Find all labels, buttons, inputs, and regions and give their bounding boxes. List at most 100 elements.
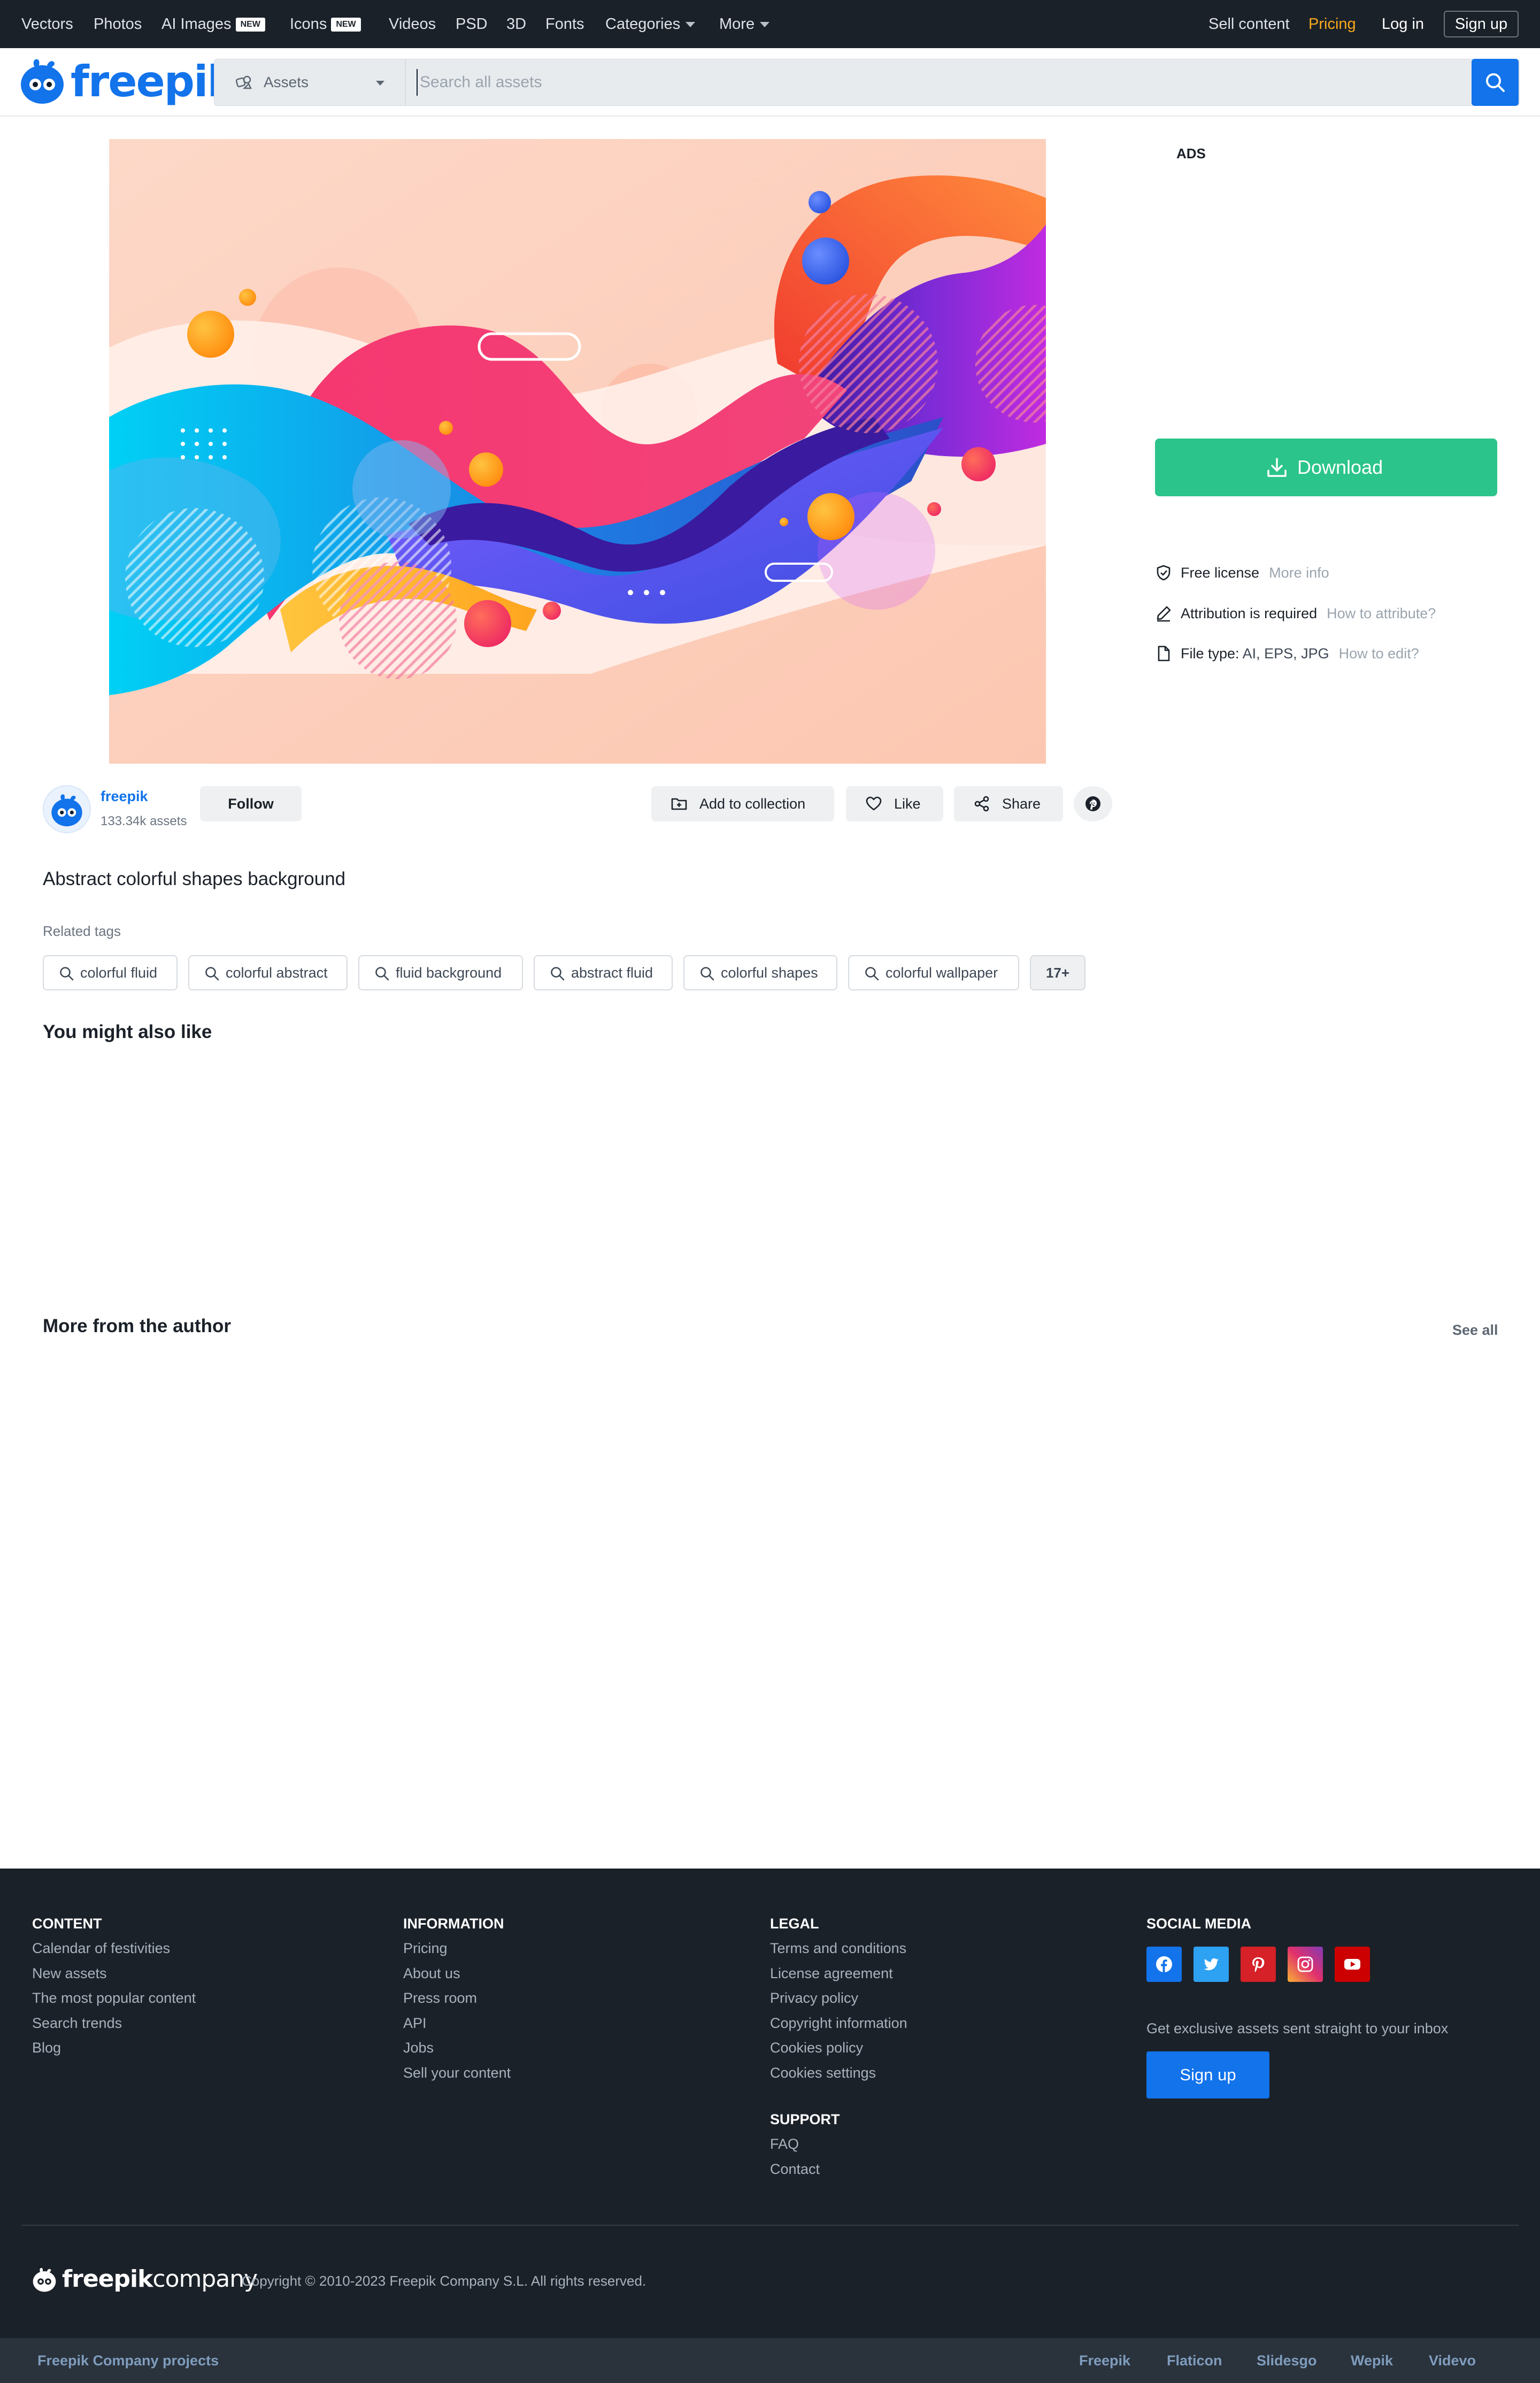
add-to-collection-button[interactable]: Add to collection (651, 786, 834, 821)
nav-categories[interactable]: Categories (605, 0, 696, 48)
share-label: Share (1002, 796, 1041, 812)
nav-fonts[interactable]: Fonts (545, 0, 584, 48)
footer-social-heading: SOCIAL MEDIA (1146, 1916, 1252, 1932)
asset-type-select[interactable]: Assets (214, 59, 406, 105)
footer-link[interactable]: Cookies settings (770, 2065, 876, 2081)
freepik-logo-icon[interactable] (19, 57, 65, 106)
footer-link[interactable]: Cookies policy (770, 2040, 863, 2056)
how-to-edit-link[interactable]: How to edit? (1339, 645, 1419, 662)
freepik-logo[interactable]: freepik (71, 57, 236, 106)
twitter-button[interactable] (1194, 1947, 1229, 1982)
license-more-info-link[interactable]: More info (1269, 565, 1329, 581)
see-all-link[interactable]: See all (1452, 1322, 1498, 1339)
footer-link[interactable]: Privacy policy (770, 1990, 858, 2007)
footer-link[interactable]: New assets (32, 1965, 107, 1982)
project-link-videvo[interactable]: Videvo (1429, 2338, 1476, 2383)
nav-categories-label: Categories (605, 16, 681, 33)
instagram-button[interactable] (1288, 1947, 1323, 1982)
footer-link[interactable]: Copyright information (770, 2015, 907, 2032)
pinterest-button[interactable] (1241, 1947, 1276, 1982)
footer-support-heading: SUPPORT (770, 2111, 840, 2127)
nav-photos[interactable]: Photos (94, 0, 142, 48)
nav-more-label: More (719, 16, 755, 33)
heart-icon (866, 796, 882, 811)
nav-more[interactable]: More (719, 0, 770, 48)
pricing-link[interactable]: Pricing (1308, 0, 1356, 48)
more-tags-button[interactable]: 17+ (1030, 955, 1085, 990)
shield-check-icon (1157, 565, 1171, 581)
nav-psd[interactable]: PSD (456, 0, 488, 48)
asset-type-label: Assets (264, 74, 309, 90)
tag-colorful-abstract[interactable]: colorful abstract (188, 955, 348, 990)
footer-link[interactable]: Terms and conditions (770, 1940, 906, 1957)
how-to-attribute-link[interactable]: How to attribute? (1327, 605, 1436, 621)
footer-link[interactable]: Sell your content (403, 2065, 511, 2081)
freepik-company-logo[interactable]: freepikcompany (62, 2265, 258, 2293)
author-avatar[interactable] (43, 785, 91, 833)
related-tags-heading: Related tags (43, 923, 121, 939)
author-name-link[interactable]: freepik (101, 788, 148, 805)
footer-link[interactable]: Pricing (403, 1940, 448, 1957)
search-button[interactable] (1472, 59, 1519, 106)
new-badge: NEW (331, 18, 361, 32)
youtube-button[interactable] (1335, 1947, 1370, 1982)
footer-link[interactable]: FAQ (770, 2136, 799, 2153)
newsletter-signup-button[interactable]: Sign up (1146, 2051, 1269, 2098)
project-link-freepik[interactable]: Freepik (1079, 2338, 1130, 2383)
signup-button[interactable]: Sign up (1444, 11, 1519, 37)
tag-fluid-background[interactable]: fluid background (358, 955, 523, 990)
footer-legal-heading: LEGAL (770, 1916, 819, 1932)
facebook-button[interactable] (1146, 1947, 1182, 1982)
nav-ai-images[interactable]: AI Images NEW (161, 0, 265, 48)
footer-link[interactable]: API (403, 2015, 427, 2032)
instagram-icon (1297, 1956, 1313, 1972)
tag-label: colorful shapes (721, 965, 818, 981)
file-icon (1158, 645, 1170, 662)
footer-link[interactable]: About us (403, 1965, 460, 1982)
share-button[interactable]: Share (954, 786, 1063, 821)
tag-colorful-wallpaper[interactable]: colorful wallpaper (848, 955, 1019, 990)
nav-videos[interactable]: Videos (389, 0, 436, 48)
pen-icon (1157, 606, 1171, 622)
sell-content-link[interactable]: Sell content (1208, 0, 1290, 48)
footer-link[interactable]: Blog (32, 2040, 61, 2056)
nav-3d[interactable]: 3D (506, 0, 526, 48)
file-type-label: File type: (1181, 645, 1239, 662)
pinterest-share-button[interactable] (1074, 786, 1112, 821)
footer-divider (21, 2225, 1519, 2226)
project-link-wepik[interactable]: Wepik (1351, 2338, 1393, 2383)
search-input[interactable] (417, 69, 1379, 96)
follow-button[interactable]: Follow (200, 786, 302, 821)
search-icon (865, 967, 879, 981)
footer-link[interactable]: The most popular content (32, 1990, 196, 2007)
nav-icons-label: Icons (290, 16, 327, 33)
footer-link[interactable]: Jobs (403, 2040, 434, 2056)
tag-colorful-shapes[interactable]: colorful shapes (683, 955, 837, 990)
tag-abstract-fluid[interactable]: abstract fluid (534, 955, 673, 990)
project-link-slidesgo[interactable]: Slidesgo (1257, 2338, 1317, 2383)
newsletter-text: Get exclusive assets sent straight to yo… (1146, 2020, 1449, 2036)
search-icon (700, 967, 714, 981)
footer-link[interactable]: Calendar of festivities (32, 1940, 170, 1957)
footer-link[interactable]: License agreement (770, 1965, 893, 1982)
project-link-flaticon[interactable]: Flaticon (1167, 2338, 1222, 2383)
freepik-avatar-icon (51, 794, 82, 827)
tag-label: fluid background (396, 965, 502, 981)
top-navigation: Vectors Photos AI Images NEW Icons NEW Vid… (0, 0, 1540, 48)
footer-link[interactable]: Contact (770, 2161, 820, 2178)
tag-label: colorful fluid (80, 965, 158, 981)
footer-link[interactable]: Press room (403, 1990, 477, 2007)
header: freepik Assets (0, 48, 1540, 117)
chevron-down-icon (686, 22, 696, 28)
like-button[interactable]: Like (846, 786, 943, 821)
nav-vectors[interactable]: Vectors (21, 0, 73, 48)
like-label: Like (894, 796, 921, 812)
tag-colorful-fluid[interactable]: colorful fluid (43, 955, 178, 990)
file-type-value: AI, EPS, JPG (1242, 645, 1329, 662)
nav-icons[interactable]: Icons NEW (290, 0, 361, 48)
asset-preview-image[interactable] (109, 139, 1046, 764)
download-button[interactable]: Download (1155, 439, 1497, 496)
login-link[interactable]: Log in (1382, 0, 1424, 48)
footer-link[interactable]: Search trends (32, 2015, 122, 2032)
attribution-text: Attribution is required (1181, 605, 1318, 621)
